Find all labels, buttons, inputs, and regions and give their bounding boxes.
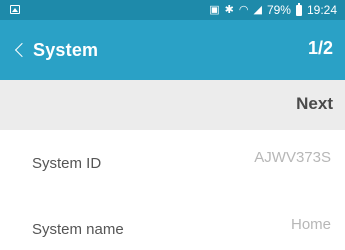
system-id-value: AJWV373S	[254, 149, 331, 166]
toolbar: Next	[0, 80, 345, 130]
page-title: System	[33, 39, 99, 60]
page-indicator: 1/2	[307, 38, 333, 58]
status-icons: ▣ ✱ ◠ ◢ 79% 19:24	[209, 2, 337, 17]
clock: 19:24	[306, 3, 337, 17]
battery-icon	[295, 2, 302, 16]
status-bar: ▣ ✱ ◠ ◢ 79% 19:24	[0, 0, 345, 20]
chevron-left-icon	[14, 42, 30, 58]
wifi-icon: ◠	[238, 4, 249, 16]
nfc-icon: ▣	[209, 4, 220, 16]
signal-icon: ◢	[253, 4, 262, 16]
system-name-value[interactable]: Home	[291, 216, 331, 233]
app-bar: System 1/2	[0, 20, 345, 80]
system-id-label: System ID	[32, 155, 102, 172]
next-button[interactable]: Next	[296, 94, 333, 114]
battery-percent: 79%	[266, 3, 291, 17]
bluetooth-icon: ✱	[224, 4, 234, 16]
system-id-row: System ID AJWV373S	[0, 135, 345, 185]
system-name-label: System name	[32, 221, 124, 238]
back-button[interactable]: System	[14, 37, 98, 63]
image-icon	[10, 5, 20, 14]
